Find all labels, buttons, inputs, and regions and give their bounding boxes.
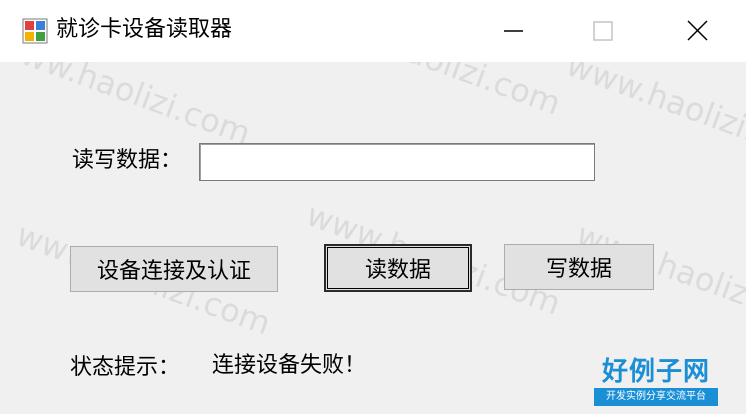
data-input[interactable] [199,143,595,181]
minimize-button[interactable] [468,0,558,62]
read-data-label: 读数据 [364,258,431,283]
logo-main-text: 好例子网 [601,357,710,387]
connect-authenticate-button[interactable]: 设备连接及认证 [70,246,278,292]
status-label: 状态提示： [70,355,181,380]
window-title: 就诊卡设备读取器 [56,17,233,42]
close-button[interactable] [652,0,742,62]
read-data-button[interactable]: 读数据 [324,244,472,292]
maximize-button[interactable] [558,0,648,62]
status-value: 连接设备失败！ [212,353,367,378]
write-data-button[interactable]: 写数据 [504,244,654,290]
logo-sub-text: 开发实例分享交流平台 [594,388,718,406]
app-icon [22,18,48,44]
close-icon [687,20,708,41]
read-write-data-label: 读写数据： [72,148,183,173]
write-data-label: 写数据 [545,257,612,282]
site-logo: 好例子网 开发实例分享交流平台 [594,356,718,406]
minimize-icon [504,30,523,32]
maximize-icon [593,21,613,41]
title-bar: 就诊卡设备读取器 [0,0,746,62]
connect-authenticate-label: 设备连接及认证 [96,259,251,284]
